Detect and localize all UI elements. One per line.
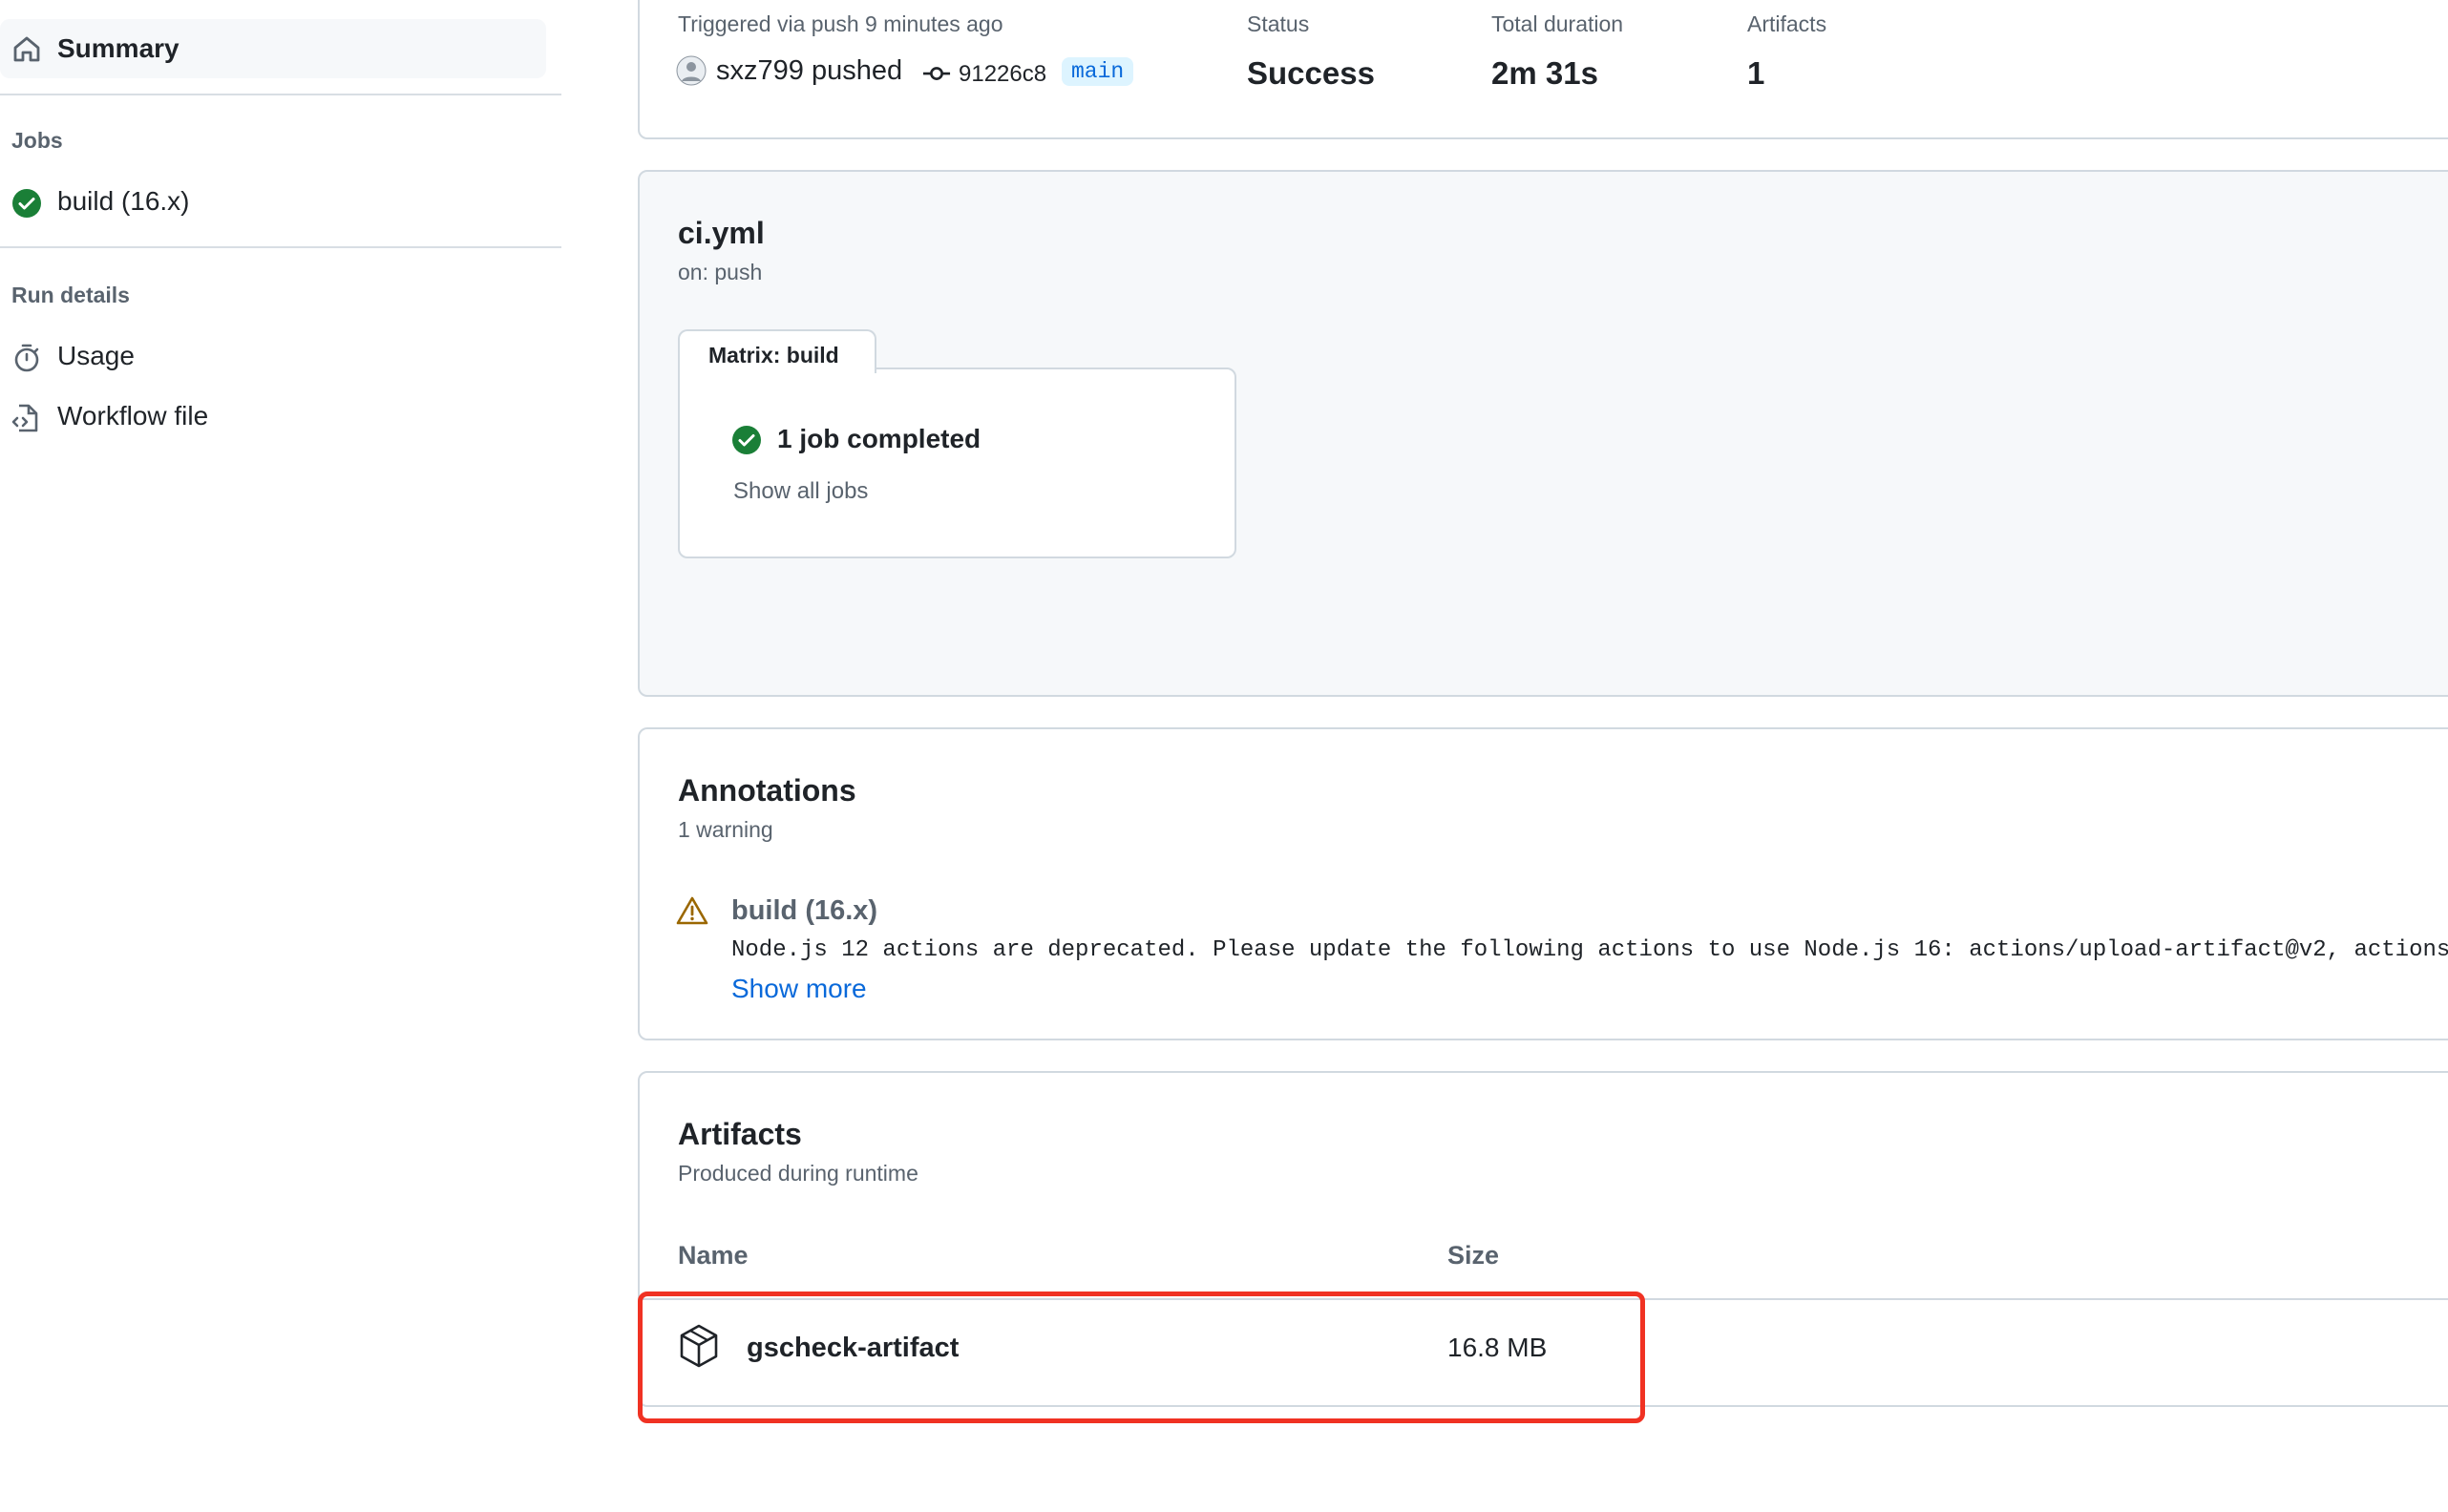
sidebar-item-label: build (16.x) — [57, 186, 190, 216]
file-code-icon — [11, 403, 42, 438]
check-circle-icon — [731, 425, 762, 460]
matrix-tab-label: Matrix: build — [708, 343, 839, 368]
status-label: Status — [1247, 11, 1310, 36]
divider — [0, 94, 561, 95]
show-all-jobs-link[interactable]: Show all jobs — [733, 478, 868, 505]
artifacts-subtitle: Produced during runtime — [678, 1161, 918, 1186]
artifacts-count-value: 1 — [1747, 55, 1765, 91]
sidebar-item-job[interactable]: build (16.x) — [11, 180, 546, 224]
run-details-heading: Run details — [11, 283, 130, 307]
matrix-box — [678, 368, 1236, 558]
artifacts-title: Artifacts — [678, 1117, 802, 1151]
warning-icon — [676, 895, 708, 931]
artifacts-count-label: Artifacts — [1747, 11, 1827, 36]
sidebar-item-label: Usage — [57, 341, 135, 370]
duration-value: 2m 31s — [1491, 55, 1598, 91]
annotations-title: Annotations — [678, 773, 856, 808]
sidebar-item-label: Summary — [57, 33, 179, 63]
duration-label: Total duration — [1491, 11, 1624, 36]
status-value: Success — [1247, 55, 1375, 91]
divider — [0, 246, 561, 248]
sidebar-item-workflow-file[interactable]: Workflow file — [11, 395, 546, 439]
annotation-message: Node.js 12 actions are deprecated. Pleas… — [731, 937, 2448, 963]
branch-badge[interactable]: main — [1062, 57, 1134, 86]
trigger-text: Triggered via push 9 minutes ago — [678, 11, 1003, 36]
jobs-heading: Jobs — [11, 128, 63, 153]
workflow-trigger: on: push — [678, 260, 763, 284]
column-header-size: Size — [1447, 1241, 1500, 1270]
workflow-file-title[interactable]: ci.yml — [678, 216, 765, 251]
home-icon — [11, 33, 42, 69]
annotation-title[interactable]: build (16.x) — [731, 895, 877, 927]
highlight-box — [638, 1292, 1645, 1423]
actor-text: sxz799 pushed — [716, 55, 903, 86]
avatar[interactable] — [676, 55, 707, 91]
sidebar-item-summary[interactable]: Summary — [0, 19, 546, 78]
column-header-name: Name — [678, 1241, 749, 1270]
check-circle-icon — [11, 188, 42, 223]
sidebar-item-label: Workflow file — [57, 401, 209, 430]
show-more-link[interactable]: Show more — [731, 974, 867, 1004]
commit-icon — [922, 59, 951, 93]
annotations-subtitle: 1 warning — [678, 817, 773, 842]
annotations-card — [638, 727, 2448, 1040]
matrix-tab: Matrix: build — [678, 329, 876, 373]
stopwatch-icon — [11, 343, 42, 378]
sidebar-item-usage[interactable]: Usage — [11, 335, 546, 379]
jobs-completed-text: 1 job completed — [777, 424, 981, 453]
commit-link[interactable]: 91226c8 — [959, 61, 1046, 88]
